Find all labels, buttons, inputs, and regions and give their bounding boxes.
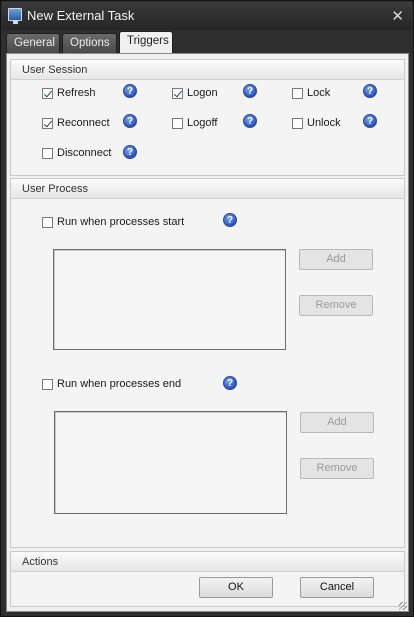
run-on-end-help-icon[interactable]: ?	[223, 376, 237, 390]
unlock-label: Unlock	[307, 117, 341, 129]
logon-label: Logon	[187, 87, 218, 99]
refresh-help-icon[interactable]: ?	[123, 84, 137, 98]
reconnect-help-icon[interactable]: ?	[123, 114, 137, 128]
refresh-label: Refresh	[57, 87, 96, 99]
cancel-button[interactable]: Cancel	[300, 577, 374, 598]
checkbox-box	[172, 118, 183, 129]
logoff-help-icon[interactable]: ?	[243, 114, 257, 128]
checkbox-box	[42, 118, 53, 129]
start-process-list[interactable]	[53, 249, 286, 350]
actions-header: Actions	[11, 552, 404, 572]
start-remove-button[interactable]: Remove	[299, 295, 373, 316]
user-process-header: User Process	[11, 179, 404, 199]
checkbox-box	[292, 118, 303, 129]
run-on-end-label: Run when processes end	[57, 378, 182, 390]
checkbox-box	[42, 217, 53, 228]
user-session-header: User Session	[11, 60, 404, 80]
checkbox-box	[42, 379, 53, 390]
checkbox-box	[172, 88, 183, 99]
checkbox-box	[42, 88, 53, 99]
actions-section: Actions OK Cancel	[10, 551, 405, 607]
disconnect-help-icon[interactable]: ?	[123, 145, 137, 159]
ok-button[interactable]: OK	[199, 577, 273, 598]
start-add-button[interactable]: Add	[299, 249, 373, 270]
logoff-label: Logoff	[187, 117, 218, 129]
dialog-window: New External Task ✕ General Options Trig…	[0, 0, 414, 617]
tab-options[interactable]: Options	[62, 33, 117, 53]
monitor-icon	[8, 8, 22, 24]
user-process-section: User Process Run when processes start ? …	[10, 178, 405, 548]
reconnect-label: Reconnect	[57, 117, 110, 129]
resize-grip[interactable]	[399, 602, 407, 610]
lock-label: Lock	[307, 87, 331, 99]
tab-triggers[interactable]: Triggers	[119, 31, 173, 53]
checkbox-box	[292, 88, 303, 99]
end-add-button[interactable]: Add	[300, 412, 374, 433]
end-remove-button[interactable]: Remove	[300, 458, 374, 479]
logon-help-icon[interactable]: ?	[243, 84, 257, 98]
run-on-start-label: Run when processes start	[57, 216, 185, 228]
unlock-help-icon[interactable]: ?	[363, 114, 377, 128]
tab-general[interactable]: General	[6, 33, 60, 53]
checkbox-box	[42, 148, 53, 159]
lock-help-icon[interactable]: ?	[363, 84, 377, 98]
disconnect-label: Disconnect	[57, 147, 112, 159]
close-icon[interactable]: ✕	[391, 7, 404, 25]
triggers-panel: User Session Refresh ? Logon ? Lock ? Re…	[6, 53, 409, 612]
title-bar[interactable]: New External Task ✕	[2, 2, 412, 30]
run-on-start-help-icon[interactable]: ?	[223, 213, 237, 227]
window-title: New External Task	[27, 8, 135, 23]
end-process-list[interactable]	[54, 411, 287, 514]
user-session-section: User Session Refresh ? Logon ? Lock ? Re…	[10, 59, 405, 176]
